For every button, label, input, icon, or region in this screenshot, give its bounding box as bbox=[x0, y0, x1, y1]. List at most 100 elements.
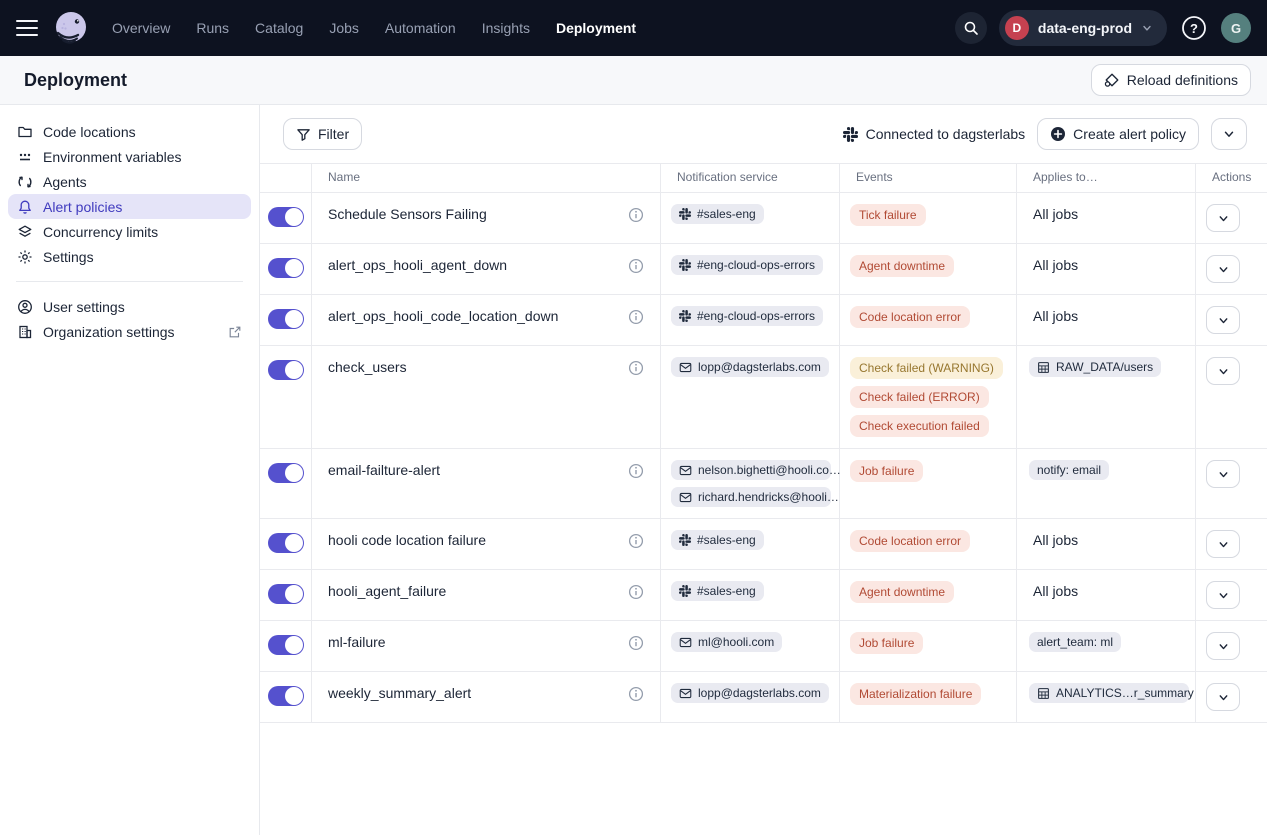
more-actions-dropdown-button[interactable] bbox=[1211, 118, 1247, 150]
header-actions: Actions bbox=[1196, 164, 1267, 192]
nav-item-jobs[interactable]: Jobs bbox=[329, 20, 359, 36]
sidebar-item-agents[interactable]: Agents bbox=[8, 169, 251, 194]
chevron-down-icon bbox=[1217, 365, 1230, 378]
alert-policy-row: hooli code location failure#sales-engCod… bbox=[260, 519, 1267, 570]
reload-definitions-button[interactable]: Reload definitions bbox=[1091, 64, 1251, 96]
info-icon[interactable] bbox=[628, 207, 644, 223]
row-actions-button[interactable] bbox=[1206, 460, 1240, 488]
svg-text:?: ? bbox=[1190, 21, 1198, 36]
policy-enabled-toggle[interactable] bbox=[268, 360, 304, 380]
user-icon bbox=[17, 299, 33, 315]
info-icon[interactable] bbox=[628, 635, 644, 651]
env-icon bbox=[17, 149, 33, 165]
slack-connection-status: Connected to dagsterlabs bbox=[843, 126, 1026, 142]
sidebar-item-label: Environment variables bbox=[43, 149, 182, 165]
policy-name: alert_ops_hooli_agent_down bbox=[328, 257, 507, 273]
applies-to-text: All jobs bbox=[1033, 257, 1078, 273]
sidebar-item-alert-policies[interactable]: Alert policies bbox=[8, 194, 251, 219]
slack-icon bbox=[843, 127, 858, 142]
header-applies-to: Applies to… bbox=[1017, 164, 1196, 192]
org-icon bbox=[17, 324, 33, 340]
tag-pill: alert_team: ml bbox=[1029, 632, 1121, 652]
policy-enabled-toggle[interactable] bbox=[268, 463, 304, 483]
policy-enabled-toggle[interactable] bbox=[268, 258, 304, 278]
header-notification-service: Notification service bbox=[661, 164, 840, 192]
policy-enabled-toggle[interactable] bbox=[268, 533, 304, 553]
user-avatar[interactable]: G bbox=[1221, 13, 1251, 43]
filter-button[interactable]: Filter bbox=[283, 118, 362, 150]
info-icon[interactable] bbox=[628, 584, 644, 600]
notification-target-pill: #eng-cloud-ops-errors bbox=[671, 255, 823, 275]
chevron-down-icon bbox=[1217, 640, 1230, 653]
sidebar-item-code-locations[interactable]: Code locations bbox=[8, 119, 251, 144]
nav-item-automation[interactable]: Automation bbox=[385, 20, 456, 36]
chevron-down-icon bbox=[1217, 263, 1230, 276]
asset-pill: RAW_DATA/users bbox=[1029, 357, 1161, 377]
row-actions-button[interactable] bbox=[1206, 357, 1240, 385]
applies-to-text: All jobs bbox=[1033, 583, 1078, 599]
code-location-icon bbox=[1104, 72, 1120, 88]
layers-icon bbox=[17, 224, 33, 240]
gear-icon bbox=[17, 249, 33, 265]
sidebar-item-settings[interactable]: Settings bbox=[8, 244, 251, 269]
create-alert-policy-button[interactable]: Create alert policy bbox=[1037, 118, 1199, 150]
alert-policy-row: check_userslopp@dagsterlabs.comCheck fai… bbox=[260, 346, 1267, 449]
filter-icon bbox=[296, 127, 311, 142]
row-actions-button[interactable] bbox=[1206, 632, 1240, 660]
event-tag: Agent downtime bbox=[850, 581, 954, 603]
search-icon bbox=[963, 20, 979, 36]
email-icon bbox=[679, 464, 692, 477]
sidebar-item-user-settings[interactable]: User settings bbox=[8, 294, 251, 319]
alert-policies-toolbar: Filter Connected to dagsterlabs Create a… bbox=[260, 105, 1267, 163]
help-button[interactable]: ? bbox=[1179, 13, 1209, 43]
hamburger-menu-icon[interactable] bbox=[16, 16, 40, 40]
row-actions-button[interactable] bbox=[1206, 581, 1240, 609]
row-actions-button[interactable] bbox=[1206, 255, 1240, 283]
info-icon[interactable] bbox=[628, 360, 644, 376]
nav-item-overview[interactable]: Overview bbox=[112, 20, 170, 36]
policy-enabled-toggle[interactable] bbox=[268, 207, 304, 227]
dagster-logo-icon[interactable] bbox=[52, 9, 90, 47]
info-icon[interactable] bbox=[628, 686, 644, 702]
policy-enabled-toggle[interactable] bbox=[268, 584, 304, 604]
workspace-switcher[interactable]: D data-eng-prod bbox=[999, 10, 1167, 46]
asset-table-icon bbox=[1037, 361, 1050, 374]
search-button[interactable] bbox=[955, 12, 987, 44]
nav-item-runs[interactable]: Runs bbox=[196, 20, 229, 36]
sidebar-item-organization-settings[interactable]: Organization settings bbox=[8, 319, 251, 344]
sidebar-item-environment-variables[interactable]: Environment variables bbox=[8, 144, 251, 169]
policy-name: weekly_summary_alert bbox=[328, 685, 471, 701]
notification-target-pill: #sales-eng bbox=[671, 204, 764, 224]
slack-icon bbox=[679, 310, 691, 322]
policy-enabled-toggle[interactable] bbox=[268, 309, 304, 329]
row-actions-button[interactable] bbox=[1206, 530, 1240, 558]
slack-icon bbox=[679, 585, 691, 597]
row-actions-button[interactable] bbox=[1206, 683, 1240, 711]
notification-target-pill: lopp@dagsterlabs.com bbox=[671, 683, 829, 703]
email-icon bbox=[679, 491, 692, 504]
info-icon[interactable] bbox=[628, 463, 644, 479]
nav-item-deployment[interactable]: Deployment bbox=[556, 20, 636, 36]
nav-item-catalog[interactable]: Catalog bbox=[255, 20, 303, 36]
page-header: Deployment Reload definitions bbox=[0, 56, 1267, 105]
chevron-down-icon bbox=[1217, 468, 1230, 481]
applies-to-text: All jobs bbox=[1033, 206, 1078, 222]
info-icon[interactable] bbox=[628, 309, 644, 325]
policy-name: ml-failure bbox=[328, 634, 386, 650]
alert-policy-row: Schedule Sensors Failing#sales-engTick f… bbox=[260, 193, 1267, 244]
chevron-down-icon bbox=[1217, 212, 1230, 225]
info-icon[interactable] bbox=[628, 533, 644, 549]
policy-enabled-toggle[interactable] bbox=[268, 635, 304, 655]
nav-item-insights[interactable]: Insights bbox=[482, 20, 530, 36]
sidebar-item-label: Concurrency limits bbox=[43, 224, 158, 240]
policy-enabled-toggle[interactable] bbox=[268, 686, 304, 706]
agents-icon bbox=[17, 174, 33, 190]
sidebar-item-concurrency-limits[interactable]: Concurrency limits bbox=[8, 219, 251, 244]
row-actions-button[interactable] bbox=[1206, 204, 1240, 232]
row-actions-button[interactable] bbox=[1206, 306, 1240, 334]
primary-nav: Overview Runs Catalog Jobs Automation Insight… bbox=[112, 20, 636, 36]
slack-icon bbox=[679, 208, 691, 220]
sidebar-item-label: Organization settings bbox=[43, 324, 175, 340]
event-tag: Materialization failure bbox=[850, 683, 981, 705]
info-icon[interactable] bbox=[628, 258, 644, 274]
